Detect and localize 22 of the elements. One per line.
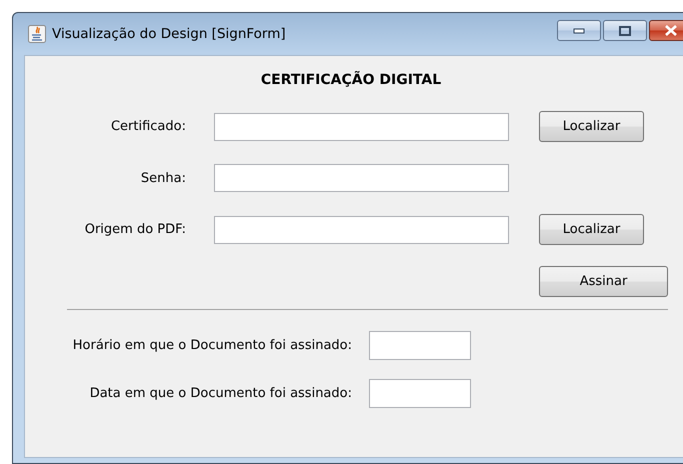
field-label: Certificado: [110,119,186,134]
maximize-icon [619,26,631,36]
window-title: Visualização do Design [SignForm] [52,26,286,42]
input-field[interactable] [214,164,509,192]
browse-button[interactable]: Localizar [539,214,644,245]
input-field[interactable] [369,331,471,360]
maximize-button[interactable] [603,20,647,41]
minimize-button[interactable] [557,20,601,41]
form-heading: CERTIFICAÇÃO DIGITAL [260,72,442,88]
minimize-icon [573,28,585,34]
input-field[interactable] [369,379,471,408]
field-label: Data em que o Documento foi assinado: [90,386,352,401]
close-icon [664,25,678,36]
input-field[interactable] [214,112,509,140]
browse-button[interactable]: Localizar [539,111,644,142]
app-icon [28,25,46,43]
field-label: Senha: [140,170,186,186]
input-field[interactable] [214,216,509,244]
close-button[interactable] [649,20,683,41]
field-label: Horário em que o Documento foi assinado: [72,338,352,353]
field-label: Origem do PDF: [84,222,186,237]
sign-button[interactable]: Assinar [539,266,668,297]
